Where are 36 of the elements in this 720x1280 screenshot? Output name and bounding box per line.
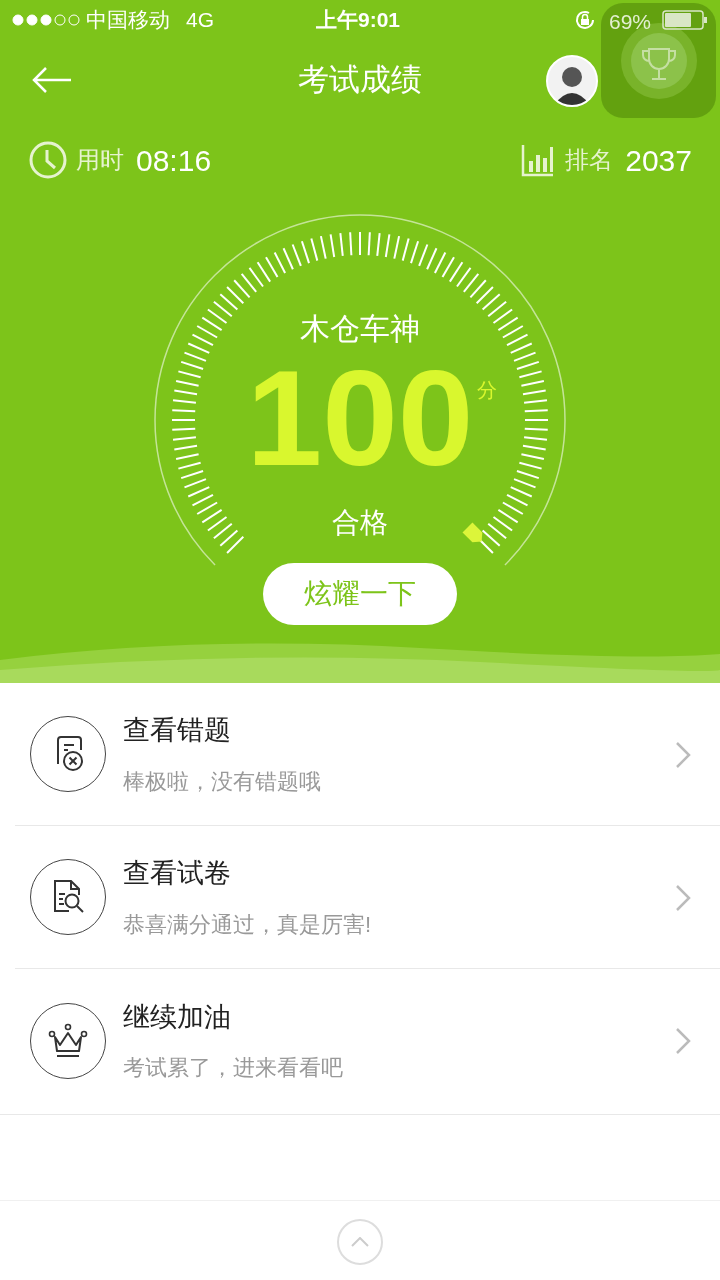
score-value: 100	[245, 350, 475, 486]
time-value: 08:16	[136, 142, 212, 179]
item-subtitle: 恭喜满分通过，真是厉害!	[123, 910, 372, 939]
item-title: 继续加油	[123, 1000, 232, 1034]
battery-icon	[662, 10, 708, 30]
bar-chart-icon	[521, 143, 556, 177]
rank-label: 排名	[565, 145, 614, 175]
item-title: 查看试卷	[123, 857, 232, 891]
chevron-right-icon	[675, 1027, 691, 1055]
result-label: 合格	[331, 506, 389, 540]
item-subtitle: 棒极啦，没有错题哦	[123, 767, 321, 796]
menu-item[interactable]: 查看试卷 恭喜满分通过，真是厉害!	[15, 826, 720, 969]
item-subtitle: 考试累了，进来看看吧	[123, 1054, 343, 1083]
scroll-up-button[interactable]	[337, 1219, 383, 1265]
signal-icon	[12, 14, 80, 26]
chevron-right-icon	[675, 884, 691, 912]
score-title: 木仓车神	[299, 311, 421, 347]
status-time: 上午9:01	[316, 7, 401, 33]
page-title: 考试成绩	[298, 60, 422, 99]
item-title: 查看错题	[123, 714, 232, 748]
menu-item[interactable]: 继续加油 考试累了，进来看看吧	[15, 969, 720, 1112]
gauge-marker	[462, 522, 483, 543]
time-label: 用时	[76, 145, 124, 175]
chevron-up-icon	[351, 1237, 369, 1247]
chevron-right-icon	[675, 741, 691, 769]
score-unit: 分	[477, 378, 497, 403]
battery-percent: 69%	[609, 9, 652, 35]
clock-icon	[28, 140, 68, 180]
rank-value: 2037	[625, 142, 692, 179]
rotation-lock-icon	[574, 9, 596, 31]
back-arrow-icon	[31, 66, 73, 94]
network-type: 4G	[186, 7, 214, 34]
avatar[interactable]	[546, 55, 598, 107]
crown-icon	[48, 1022, 88, 1059]
carrier-name: 中国移动	[86, 7, 170, 34]
menu-item[interactable]: 查看错题 棒极啦，没有错题哦	[15, 683, 720, 826]
